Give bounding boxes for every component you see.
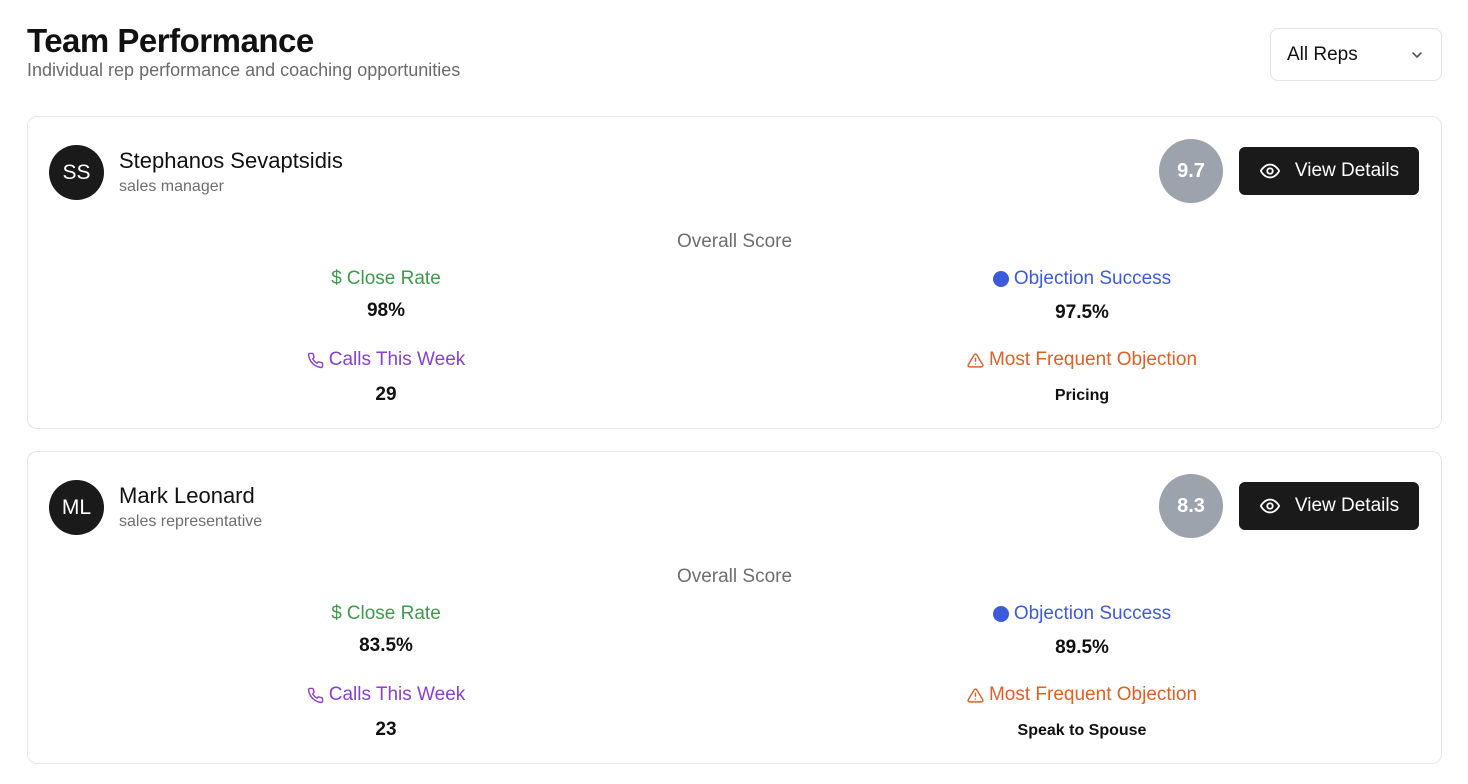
view-details-button[interactable]: View Details (1239, 482, 1419, 530)
view-details-label: View Details (1294, 160, 1400, 181)
view-details-label: View Details (1294, 495, 1400, 516)
objection-success-value: 89.5% (1055, 637, 1109, 658)
rep-role: sales manager (119, 178, 224, 195)
target-icon (992, 606, 1009, 622)
calls-label: Calls This Week (328, 684, 466, 705)
frequent-objection-metric: Most Frequent Objection Pricing (782, 349, 1382, 407)
rep-name: Stephanos Sevaptsidis (119, 148, 343, 173)
close-rate-value: 98% (366, 300, 406, 321)
score-badge: 9.7 (1159, 139, 1223, 203)
objection-success-metric: Objection Success 89.5% (782, 603, 1382, 659)
overall-score-label: Overall Score (676, 231, 793, 252)
overall-score-label: Overall Score (676, 566, 793, 587)
page-header: Team Performance Individual rep performa… (27, 22, 460, 80)
objection-success-label: Objection Success (1013, 603, 1172, 624)
phone-icon (307, 352, 324, 368)
objection-success-value: 97.5% (1055, 302, 1109, 323)
close-rate-label: Close Rate (346, 603, 441, 624)
rep-name: Mark Leonard (119, 483, 255, 508)
close-rate-value: 83.5% (359, 635, 413, 656)
warning-icon (967, 352, 984, 368)
close-rate-label: Close Rate (346, 268, 441, 289)
calls-value: 29 (375, 383, 397, 405)
eye-icon (1259, 163, 1280, 179)
rep-card: ML Mark Leonard sales representative 8.3… (27, 451, 1442, 764)
close-rate-metric: $ Close Rate 83.5% (86, 603, 686, 657)
calls-metric: Calls This Week 23 (86, 684, 686, 741)
page-title: Team Performance (27, 22, 314, 59)
rep-card: SS Stephanos Sevaptsidis sales manager 9… (27, 116, 1442, 429)
frequent-objection-value: Pricing (1054, 386, 1110, 404)
eye-icon (1259, 498, 1280, 514)
calls-metric: Calls This Week 29 (86, 349, 686, 406)
rep-filter-select[interactable]: All Reps (1270, 28, 1442, 81)
avatar: SS (49, 145, 104, 200)
dollar-icon: $ (331, 603, 342, 624)
frequent-objection-label: Most Frequent Objection (988, 349, 1198, 370)
rep-role: sales representative (119, 513, 263, 530)
calls-value: 23 (375, 718, 397, 740)
calls-label: Calls This Week (328, 349, 466, 370)
close-rate-metric: $ Close Rate 98% (86, 268, 686, 322)
frequent-objection-value: Speak to Spouse (1017, 721, 1147, 739)
score-badge: 8.3 (1159, 474, 1223, 538)
avatar: ML (49, 480, 104, 535)
dollar-icon: $ (331, 268, 342, 289)
objection-success-label: Objection Success (1013, 268, 1172, 289)
frequent-objection-metric: Most Frequent Objection Speak to Spouse (782, 684, 1382, 742)
frequent-objection-label: Most Frequent Objection (988, 684, 1198, 705)
warning-icon (967, 687, 984, 703)
rep-filter-value: All Reps (1287, 43, 1358, 65)
objection-success-metric: Objection Success 97.5% (782, 268, 1382, 324)
phone-icon (307, 687, 324, 703)
target-icon (992, 271, 1009, 287)
chevron-down-icon (1412, 51, 1422, 58)
view-details-button[interactable]: View Details (1239, 147, 1419, 195)
page-subtitle: Individual rep performance and coaching … (27, 60, 461, 80)
